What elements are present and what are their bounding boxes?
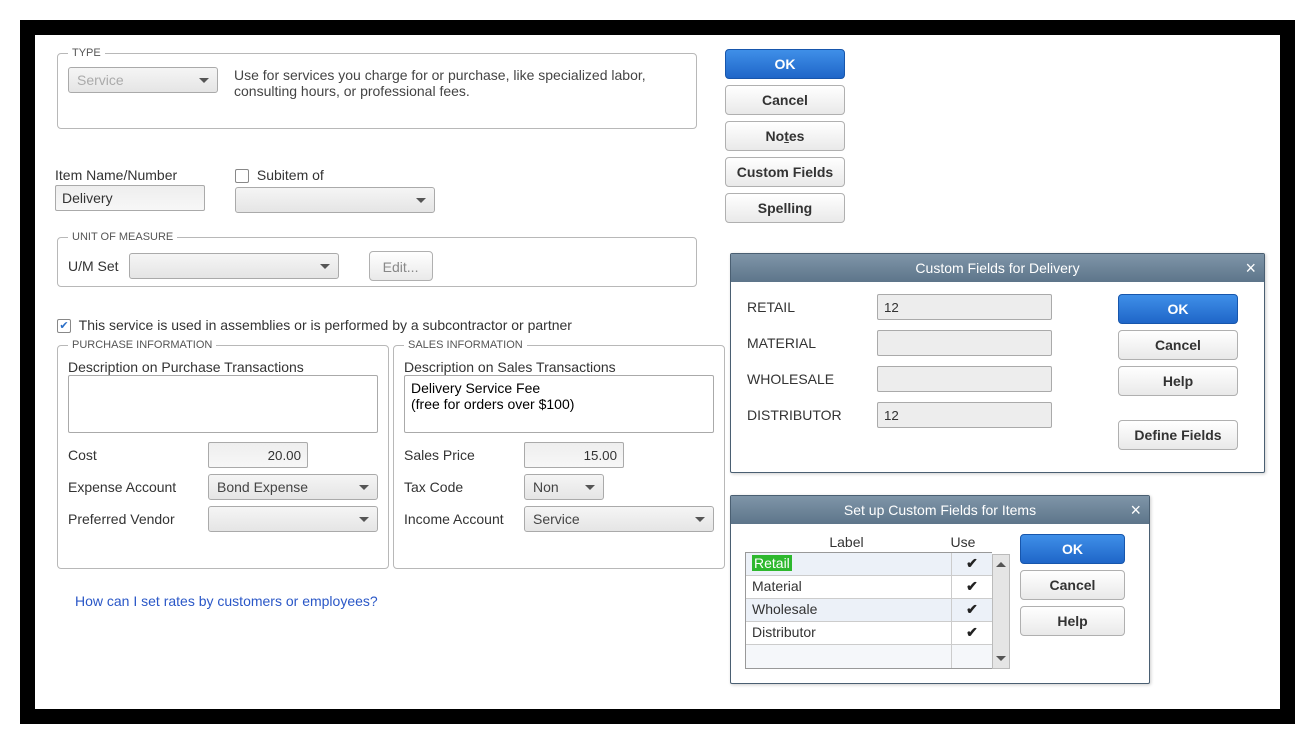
cancel-button[interactable]: Cancel	[725, 85, 845, 115]
tax-dropdown[interactable]: Non	[524, 474, 604, 500]
expense-label: Expense Account	[68, 479, 208, 495]
su-row-empty[interactable]	[746, 645, 992, 668]
cost-input[interactable]	[208, 442, 308, 468]
su-use-distributor[interactable]: ✔	[952, 622, 992, 644]
su-ok-button[interactable]: OK	[1020, 534, 1125, 564]
cf-row-retail: RETAIL	[747, 294, 1108, 320]
su-col-use: Use	[938, 534, 988, 550]
cf-input-wholesale[interactable]	[877, 366, 1052, 392]
uom-dropdown[interactable]	[129, 253, 339, 279]
cost-label: Cost	[68, 447, 208, 463]
assembly-checkbox[interactable]: ✔	[57, 319, 71, 333]
purchase-desc-label: Description on Purchase Transactions	[68, 359, 378, 375]
sales-desc-input[interactable]: Delivery Service Fee (free for orders ov…	[404, 375, 714, 433]
cf-input-retail[interactable]	[877, 294, 1052, 320]
cf-row-wholesale: WHOLESALE	[747, 366, 1108, 392]
cf-cancel-button[interactable]: Cancel	[1118, 330, 1238, 360]
subitem-checkbox[interactable]	[235, 169, 249, 183]
assembly-row: ✔ This service is used in assemblies or …	[57, 317, 572, 333]
cf-fields: RETAIL MATERIAL WHOLESALE DISTRIBUTOR	[747, 294, 1108, 456]
su-table: Retail ✔ Material ✔ Wholesale ✔ Distribu…	[745, 552, 992, 669]
vendor-label: Preferred Vendor	[68, 511, 208, 527]
type-value: Service	[77, 72, 124, 88]
cf-help-button[interactable]: Help	[1118, 366, 1238, 396]
type-legend: TYPE	[68, 47, 105, 59]
tax-label: Tax Code	[404, 479, 524, 495]
su-row-retail[interactable]: Retail ✔	[746, 553, 992, 576]
su-titlebar[interactable]: Set up Custom Fields for Items ×	[731, 496, 1149, 524]
sales-desc-label: Description on Sales Transactions	[404, 359, 714, 375]
price-input[interactable]	[524, 442, 624, 468]
type-description: Use for services you charge for or purch…	[234, 67, 686, 99]
su-help-button[interactable]: Help	[1020, 606, 1125, 636]
uom-legend: UNIT OF MEASURE	[68, 231, 177, 243]
setup-custom-fields-popup: Set up Custom Fields for Items × Label U…	[730, 495, 1150, 684]
cf-define-fields-button[interactable]: Define Fields	[1118, 420, 1238, 450]
cf-row-distributor: DISTRIBUTOR	[747, 402, 1108, 428]
item-name-label: Item Name/Number	[55, 167, 205, 183]
price-label: Sales Price	[404, 447, 524, 463]
cf-titlebar[interactable]: Custom Fields for Delivery ×	[731, 254, 1264, 282]
purchase-legend: PURCHASE INFORMATION	[68, 339, 216, 351]
action-buttons: OK Cancel Notes Custom Fields Spelling	[725, 49, 845, 229]
su-col-label: Label	[755, 534, 938, 550]
cf-title: Custom Fields for Delivery	[915, 260, 1079, 276]
sales-group: SALES INFORMATION Description on Sales T…	[393, 339, 725, 569]
item-editor-window: TYPE Service Use for services you charge…	[20, 20, 1295, 724]
purchase-desc-input[interactable]	[68, 375, 378, 433]
uom-group: UNIT OF MEASURE U/M Set Edit...	[57, 231, 697, 287]
cf-input-material[interactable]	[877, 330, 1052, 356]
cf-row-material: MATERIAL	[747, 330, 1108, 356]
su-row-distributor[interactable]: Distributor ✔	[746, 622, 992, 645]
su-title: Set up Custom Fields for Items	[844, 502, 1036, 518]
su-cancel-button[interactable]: Cancel	[1020, 570, 1125, 600]
su-close-icon[interactable]: ×	[1130, 496, 1141, 524]
uom-set-label: U/M Set	[68, 258, 119, 274]
cf-close-icon[interactable]: ×	[1245, 254, 1256, 282]
ok-button[interactable]: OK	[725, 49, 845, 79]
notes-button[interactable]: Notes	[725, 121, 845, 151]
spelling-button[interactable]: Spelling	[725, 193, 845, 223]
item-name-input[interactable]: Delivery	[55, 185, 205, 211]
income-dropdown[interactable]: Service	[524, 506, 714, 532]
item-name-row: Item Name/Number Delivery Subitem of	[55, 167, 435, 213]
cf-ok-button[interactable]: OK	[1118, 294, 1238, 324]
su-use-wholesale[interactable]: ✔	[952, 599, 992, 621]
vendor-dropdown[interactable]	[208, 506, 378, 532]
custom-fields-button[interactable]: Custom Fields	[725, 157, 845, 187]
assembly-label: This service is used in assemblies or is…	[79, 317, 572, 333]
purchase-group: PURCHASE INFORMATION Description on Purc…	[57, 339, 389, 569]
su-use-empty[interactable]	[952, 645, 992, 668]
type-group: TYPE Service Use for services you charge…	[57, 47, 697, 129]
custom-fields-popup: Custom Fields for Delivery × RETAIL MATE…	[730, 253, 1265, 473]
su-scrollbar[interactable]	[992, 554, 1010, 669]
subitem-dropdown[interactable]	[235, 187, 435, 213]
subitem-label: Subitem of	[257, 167, 324, 183]
rates-help-link[interactable]: How can I set rates by customers or empl…	[75, 593, 378, 609]
income-label: Income Account	[404, 511, 524, 527]
expense-dropdown[interactable]: Bond Expense	[208, 474, 378, 500]
su-use-material[interactable]: ✔	[952, 576, 992, 598]
su-row-material[interactable]: Material ✔	[746, 576, 992, 599]
su-row-wholesale[interactable]: Wholesale ✔	[746, 599, 992, 622]
uom-edit-button[interactable]: Edit...	[369, 251, 433, 281]
type-dropdown[interactable]: Service	[68, 67, 218, 93]
cf-input-distributor[interactable]	[877, 402, 1052, 428]
su-use-retail[interactable]: ✔	[952, 553, 992, 575]
sales-legend: SALES INFORMATION	[404, 339, 527, 351]
